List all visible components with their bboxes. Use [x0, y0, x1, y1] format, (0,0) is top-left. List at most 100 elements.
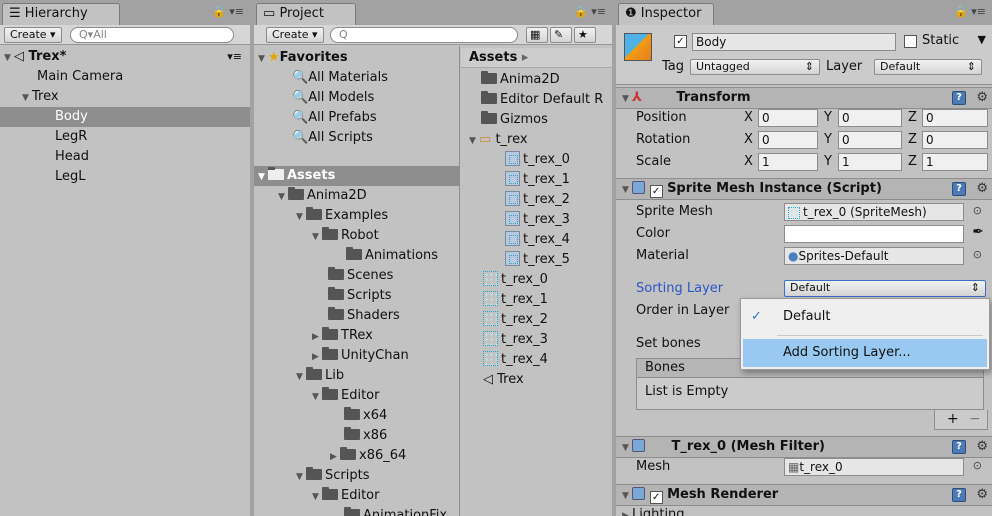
folder-lib[interactable]: ▼ Lib: [254, 366, 459, 386]
panel-menu-icon[interactable]: 🔒 ▾≡: [574, 5, 606, 18]
asset-item[interactable]: t_rex_5: [461, 250, 612, 270]
panel-menu-icon[interactable]: 🔒 ▾≡: [212, 5, 244, 18]
asset-item[interactable]: ◁ Trex: [461, 370, 612, 390]
expand-triangle-icon[interactable]: ▼: [622, 438, 632, 458]
hierarchy-item-head[interactable]: Head: [0, 147, 250, 167]
project-search-input[interactable]: Q: [330, 27, 518, 43]
gear-icon[interactable]: ⚙: [976, 437, 988, 457]
help-icon[interactable]: ?: [952, 182, 966, 196]
expand-triangle-icon[interactable]: ▼: [312, 227, 322, 247]
scene-row[interactable]: ▼ ◁ Trex* ▾≡: [0, 47, 250, 67]
expand-triangle-icon[interactable]: ▼: [296, 207, 306, 227]
expand-triangle-icon[interactable]: ▼: [22, 88, 32, 108]
expand-triangle-icon[interactable]: ▼: [278, 187, 288, 207]
object-picker-icon[interactable]: ⊙: [973, 204, 982, 217]
asset-item[interactable]: Gizmos: [461, 110, 612, 130]
gear-icon[interactable]: ⚙: [976, 179, 988, 199]
popup-item-add-sorting-layer[interactable]: Add Sorting Layer...: [743, 339, 987, 367]
asset-item[interactable]: t_rex_4: [461, 350, 612, 370]
remove-bone-button[interactable]: −: [969, 410, 981, 428]
filter-label-icon[interactable]: ✎: [550, 27, 572, 43]
mesh-filter-header[interactable]: ▼ T_rex_0 (Mesh Filter) ? ⚙: [616, 436, 992, 458]
asset-item[interactable]: Editor Default R: [461, 90, 612, 110]
asset-item[interactable]: t_rex_3: [461, 210, 612, 230]
expand-triangle-icon[interactable]: ▼: [258, 167, 268, 187]
help-icon[interactable]: ?: [952, 488, 966, 502]
inspector-tab[interactable]: ❶ Inspector: [618, 3, 714, 26]
position-z-field[interactable]: 0: [922, 109, 988, 127]
scene-menu-icon[interactable]: ▾≡: [227, 47, 242, 67]
folder-x86-64[interactable]: ▶ x86_64: [254, 446, 459, 466]
hierarchy-item-main-camera[interactable]: Main Camera: [0, 67, 250, 87]
hierarchy-search-input[interactable]: Q▾All: [70, 27, 234, 43]
active-checkbox[interactable]: ✓: [674, 35, 687, 48]
collapsed-triangle-icon[interactable]: ▶: [312, 347, 322, 367]
object-picker-icon[interactable]: ⊙: [973, 459, 982, 472]
help-icon[interactable]: ?: [952, 440, 966, 454]
folder-scripts[interactable]: Scripts: [254, 286, 459, 306]
asset-item[interactable]: t_rex_3: [461, 330, 612, 350]
expand-triangle-icon[interactable]: ▼: [622, 180, 632, 200]
sorting-layer-dropdown[interactable]: Default ⇕: [784, 280, 986, 297]
favorite-item[interactable]: 🔍All Materials: [254, 68, 459, 88]
color-field[interactable]: [784, 225, 964, 243]
expand-triangle-icon[interactable]: ▼: [622, 89, 632, 109]
popup-item-default[interactable]: ✓ Default: [741, 301, 989, 333]
folder-examples[interactable]: ▼ Examples: [254, 206, 459, 226]
add-bone-button[interactable]: +: [947, 410, 959, 428]
folder-animations[interactable]: Animations: [254, 246, 459, 266]
assets-folder-row[interactable]: ▼ Assets: [254, 166, 459, 186]
panel-menu-icon[interactable]: 🔒 ▾≡: [954, 5, 986, 18]
asset-item[interactable]: Anima2D: [461, 70, 612, 90]
folder-animationfix[interactable]: AnimationFix: [254, 506, 459, 516]
favorite-star-icon[interactable]: ★: [574, 27, 596, 43]
folder-x86[interactable]: x86: [254, 426, 459, 446]
folder-scenes[interactable]: Scenes: [254, 266, 459, 286]
help-icon[interactable]: ?: [952, 91, 966, 105]
asset-item[interactable]: t_rex_2: [461, 190, 612, 210]
collapsed-triangle-icon[interactable]: ▶: [312, 327, 322, 347]
tag-dropdown[interactable]: Untagged ⇕: [690, 59, 820, 75]
rotation-x-field[interactable]: 0: [758, 131, 818, 149]
assets-breadcrumb[interactable]: Assets ▸: [461, 48, 612, 68]
static-dropdown-icon[interactable]: ▼: [978, 33, 986, 46]
sprite-mesh-field[interactable]: t_rex_0 (SpriteMesh): [784, 203, 964, 221]
expand-triangle-icon[interactable]: ▼: [622, 486, 632, 506]
favorite-item[interactable]: 🔍All Models: [254, 88, 459, 108]
hierarchy-item-legr[interactable]: LegR: [0, 127, 250, 147]
hierarchy-tab[interactable]: ☰ Hierarchy: [2, 3, 120, 26]
position-y-field[interactable]: 0: [838, 109, 902, 127]
expand-triangle-icon[interactable]: ▼: [296, 467, 306, 487]
expand-triangle-icon[interactable]: ▼: [312, 387, 322, 407]
folder-shaders[interactable]: Shaders: [254, 306, 459, 326]
asset-item[interactable]: t_rex_4: [461, 230, 612, 250]
expand-triangle-icon[interactable]: ▼: [4, 48, 14, 68]
asset-item[interactable]: t_rex_1: [461, 170, 612, 190]
object-name-input[interactable]: Body: [692, 33, 896, 51]
rotation-y-field[interactable]: 0: [838, 131, 902, 149]
object-picker-icon[interactable]: ⊙: [973, 248, 982, 261]
folder-anima2d[interactable]: ▼ Anima2D: [254, 186, 459, 206]
folder-robot[interactable]: ▼ Robot: [254, 226, 459, 246]
folder-unitychan[interactable]: ▶ UnityChan: [254, 346, 459, 366]
position-x-field[interactable]: 0: [758, 109, 818, 127]
folder-scripts-editor[interactable]: ▼ Editor: [254, 486, 459, 506]
mesh-field[interactable]: ▦t_rex_0: [784, 458, 964, 476]
hierarchy-item-body[interactable]: Body: [0, 107, 250, 127]
folder-editor[interactable]: ▼ Editor: [254, 386, 459, 406]
asset-item[interactable]: ▼ ▭ t_rex: [461, 130, 612, 150]
favorites-row[interactable]: ▼ ★Favorites: [254, 48, 459, 68]
favorite-item[interactable]: 🔍All Scripts: [254, 128, 459, 148]
filter-type-icon[interactable]: ▦: [526, 27, 548, 43]
hierarchy-item-trex[interactable]: ▼ Trex: [0, 87, 250, 107]
favorite-item[interactable]: 🔍All Prefabs: [254, 108, 459, 128]
eyedropper-icon[interactable]: ✒: [972, 224, 984, 240]
folder-trex[interactable]: ▶ TRex: [254, 326, 459, 346]
hierarchy-create-button[interactable]: Create ▾: [4, 27, 62, 43]
rotation-z-field[interactable]: 0: [922, 131, 988, 149]
sprite-mesh-instance-header[interactable]: ▼ ✓ Sprite Mesh Instance (Script) ? ⚙: [616, 178, 992, 200]
scale-x-field[interactable]: 1: [758, 153, 818, 171]
collapsed-triangle-icon[interactable]: ▶: [330, 447, 340, 467]
project-create-button[interactable]: Create ▾: [266, 27, 324, 43]
project-tab[interactable]: ▭ Project: [256, 3, 356, 26]
